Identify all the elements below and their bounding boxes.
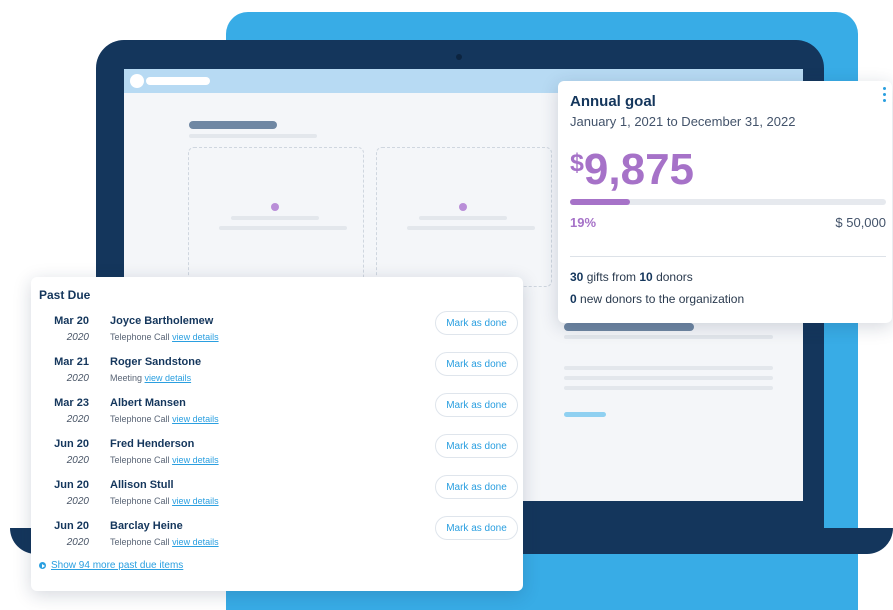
placeholder-line [564,335,773,339]
gifts-count: 30 [570,270,584,284]
mark-as-done-button[interactable]: Mark as done [435,393,518,417]
row-date: Mar 21 [54,356,89,368]
past-due-card: Past Due Mar 20 2020 Joyce Bartholemew Tele… [31,277,523,591]
row-activity: Telephone Call view details [110,496,219,506]
placeholder-heading-bar [564,323,694,331]
mark-as-done-button[interactable]: Mark as done [435,516,518,540]
more-vertical-icon[interactable] [880,87,888,102]
new-donors-stat: 0 new donors to the organization [570,292,744,306]
show-more-link[interactable]: Show 94 more past due items [39,560,183,571]
placeholder-line [231,216,319,220]
past-due-row: Jun 20 2020 Barclay Heine Telephone Call vi… [31,516,523,561]
row-year: 2020 [66,332,89,343]
annual-goal-card: Annual goal January 1, 2021 to December … [558,81,892,323]
placeholder-line [407,226,535,230]
row-year: 2020 [66,537,89,548]
new-donors-text: new donors to the organization [576,292,745,306]
goal-percent: 19% [570,215,597,230]
row-date: Jun 20 [54,479,89,491]
row-activity-type: Telephone Call [110,455,170,465]
past-due-title: Past Due [39,288,91,302]
goal-date-range: January 1, 2021 to December 31, 2022 [570,114,796,129]
past-due-row: Jun 20 2020 Fred Henderson Telephone Call v… [31,434,523,479]
placeholder-line [419,216,507,220]
laptop-camera [456,54,462,60]
placeholder-card [376,147,552,287]
view-details-link[interactable]: view details [172,496,219,506]
row-activity: Telephone Call view details [110,332,219,342]
row-activity: Telephone Call view details [110,414,219,424]
row-activity-type: Telephone Call [110,496,170,506]
goal-target: $ 50,000 [835,215,886,230]
past-due-row: Mar 20 2020 Joyce Bartholemew Telephone Cal… [31,311,523,356]
row-activity: Telephone Call view details [110,455,219,465]
mark-as-done-button[interactable]: Mark as done [435,434,518,458]
row-year: 2020 [66,455,89,466]
past-due-row: Jun 20 2020 Allison Stull Telephone Call vi… [31,475,523,520]
goal-title: Annual goal [570,93,656,110]
goal-progress-fill [570,199,631,205]
placeholder-dot [459,203,467,211]
row-contact-name: Roger Sandstone [110,356,202,368]
placeholder-line [564,366,773,370]
currency-symbol: $ [570,149,584,177]
row-contact-name: Joyce Bartholemew [110,315,214,327]
row-year: 2020 [66,496,89,507]
placeholder-title-bar [146,77,210,85]
placeholder-line [219,226,347,230]
goal-raised-amount: $9,875 [570,145,694,195]
divider [570,256,886,257]
row-activity: Telephone Call view details [110,537,219,547]
donors-text: donors [652,270,693,284]
row-year: 2020 [66,414,89,425]
gifts-text: gifts from [583,270,640,284]
mark-as-done-button[interactable]: Mark as done [435,475,518,499]
placeholder-dot [271,203,279,211]
view-details-link[interactable]: view details [145,373,192,383]
placeholder-line [564,386,773,390]
row-date: Mar 20 [54,315,89,327]
row-contact-name: Barclay Heine [110,520,183,532]
mark-as-done-button[interactable]: Mark as done [435,311,518,335]
view-details-link[interactable]: view details [172,537,219,547]
row-activity-type: Meeting [110,373,143,383]
placeholder-avatar [130,74,144,88]
row-year: 2020 [66,373,89,384]
row-contact-name: Fred Henderson [110,438,195,450]
placeholder-line [564,376,773,380]
donors-count: 10 [639,270,653,284]
row-activity-type: Telephone Call [110,332,170,342]
gifts-stat: 30 gifts from 10 donors [570,270,693,284]
row-date: Jun 20 [54,520,89,532]
view-details-link[interactable]: view details [172,455,219,465]
row-activity-type: Telephone Call [110,414,170,424]
chevron-right-circle-icon [39,562,46,569]
row-contact-name: Allison Stull [110,479,174,491]
past-due-row: Mar 21 2020 Roger Sandstone Meeting view de… [31,352,523,397]
row-activity: Meeting view details [110,373,191,383]
row-date: Mar 23 [54,397,89,409]
row-activity-type: Telephone Call [110,537,170,547]
mark-as-done-button[interactable]: Mark as done [435,352,518,376]
view-details-link[interactable]: view details [172,414,219,424]
placeholder-link-bar [564,412,606,417]
past-due-row: Mar 23 2020 Albert Mansen Telephone Call vi… [31,393,523,438]
row-contact-name: Albert Mansen [110,397,186,409]
placeholder-line [189,134,317,138]
new-donors-count: 0 [570,292,577,306]
placeholder-heading-bar [189,121,277,129]
placeholder-card [188,147,364,287]
view-details-link[interactable]: view details [172,332,219,342]
raised-value: 9,875 [583,145,695,194]
show-more-label: Show 94 more past due items [51,560,184,571]
row-date: Jun 20 [54,438,89,450]
